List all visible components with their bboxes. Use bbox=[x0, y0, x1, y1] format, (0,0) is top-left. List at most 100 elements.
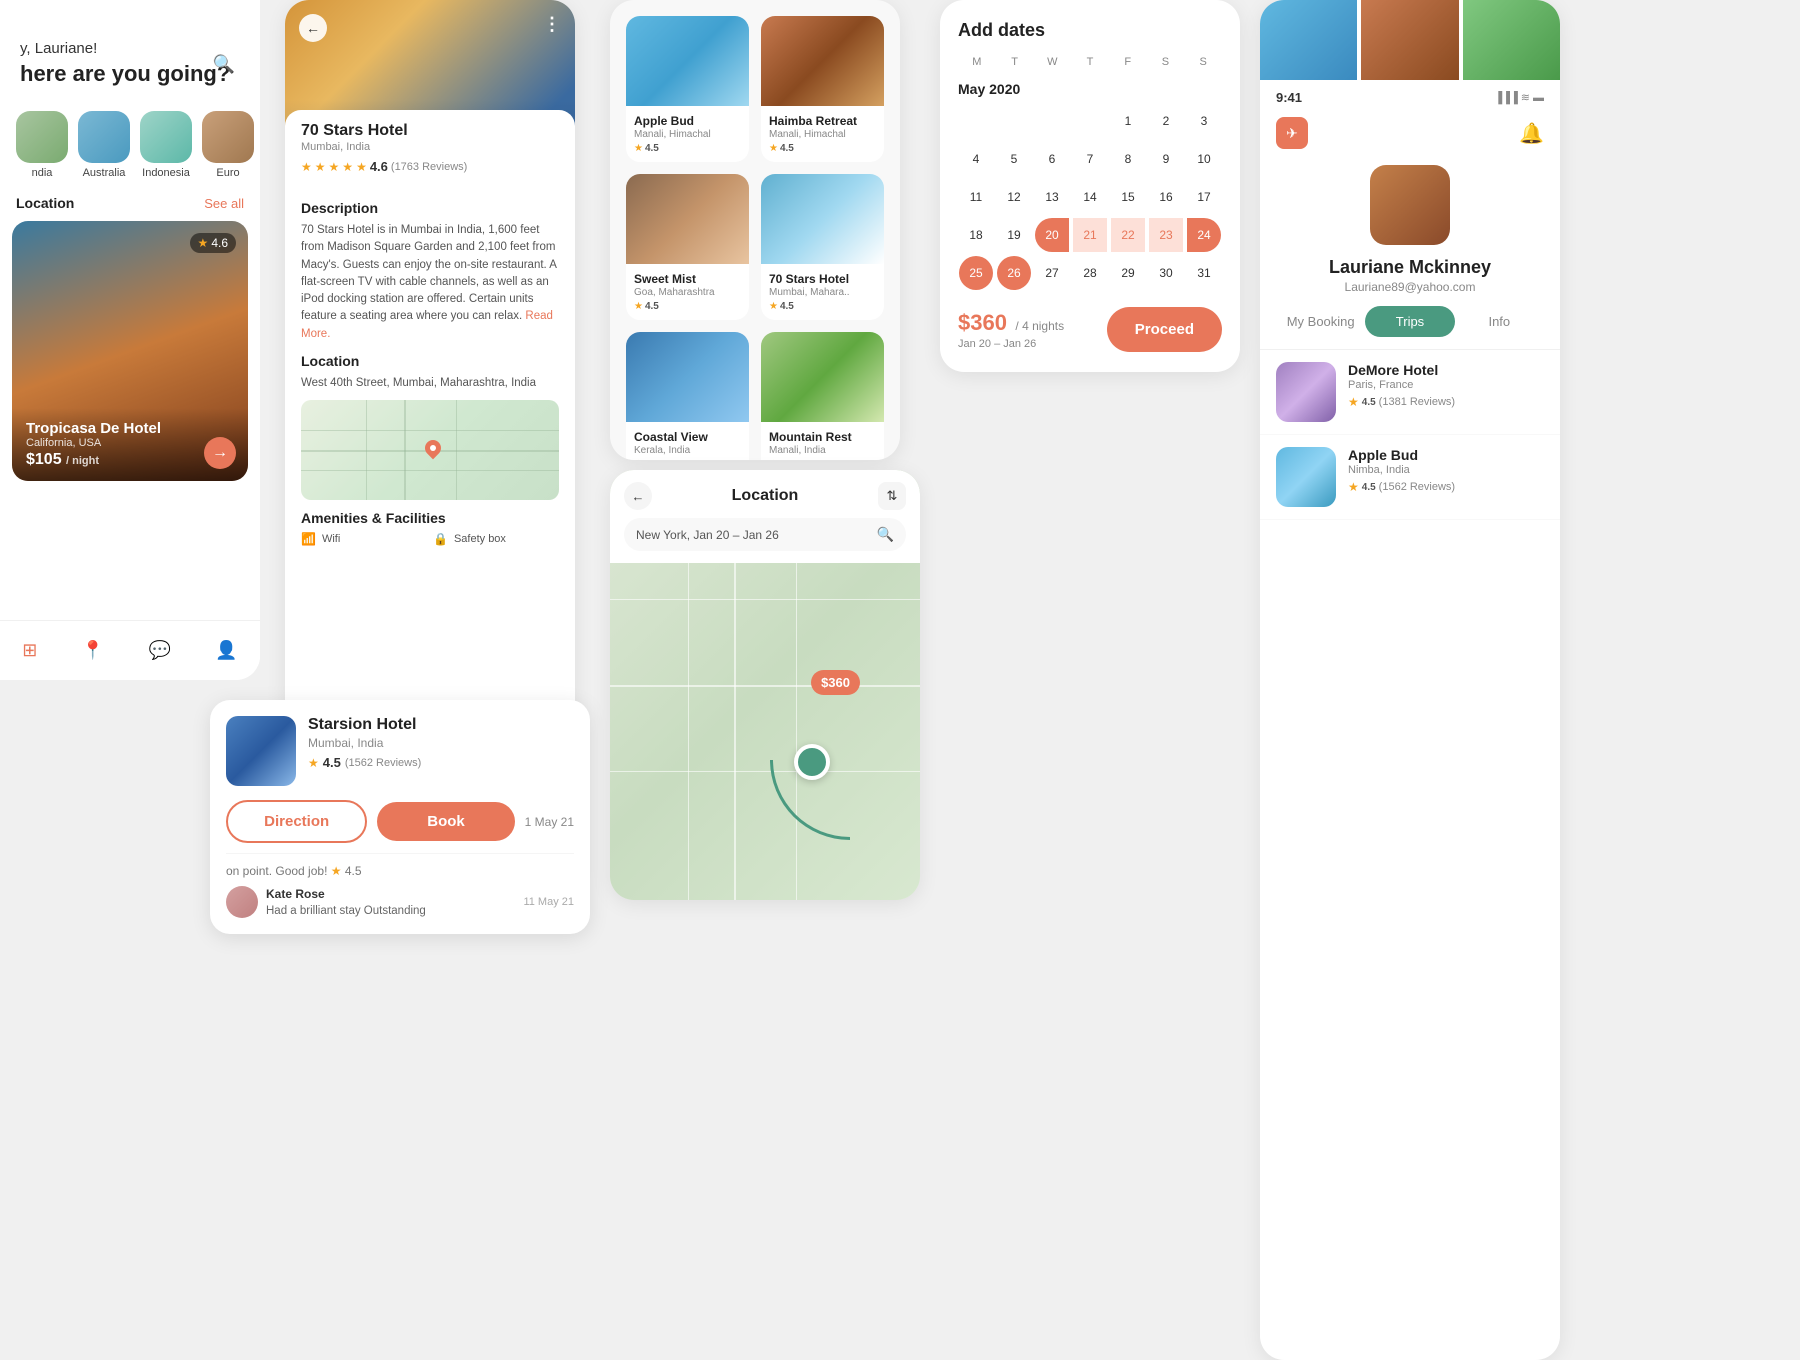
day-label-s2: S bbox=[1184, 53, 1222, 71]
calendar-cell[interactable]: 2 bbox=[1149, 104, 1183, 138]
safety-icon: 🔒 bbox=[433, 532, 448, 546]
dest-item-indonesia[interactable]: Indonesia bbox=[140, 111, 192, 179]
calendar-cell[interactable]: 12 bbox=[997, 180, 1031, 214]
hotel-map[interactable] bbox=[301, 400, 559, 500]
calendar-cell[interactable]: 20 bbox=[1035, 218, 1069, 252]
booking-item-demore[interactable]: DeMore Hotel Paris, France ★ 4.5 (1381 R… bbox=[1260, 350, 1560, 435]
direction-button[interactable]: Direction bbox=[226, 800, 367, 843]
card-image-girl bbox=[761, 332, 884, 422]
calendar-cell[interactable]: 13 bbox=[1035, 180, 1069, 214]
description-title: Description bbox=[301, 200, 559, 216]
dest-label-australia: Australia bbox=[83, 167, 126, 179]
calendar-cell[interactable]: 3 bbox=[1187, 104, 1221, 138]
calendar-cell[interactable]: 28 bbox=[1073, 256, 1107, 290]
calendar-cell[interactable]: 19 bbox=[997, 218, 1031, 252]
proceed-button[interactable]: Proceed bbox=[1107, 307, 1222, 352]
map-filter-button[interactable]: ⇅ bbox=[878, 482, 906, 510]
calendar-days-header: M T W T F S S bbox=[958, 53, 1222, 71]
map-panel: $360 ← Location ⇅ New York, Jan 20 – Jan… bbox=[610, 470, 920, 900]
see-all-link[interactable]: See all bbox=[204, 196, 244, 211]
nav-location-icon[interactable]: 📍 bbox=[82, 640, 104, 661]
calendar-cell[interactable]: 25 bbox=[959, 256, 993, 290]
book-button[interactable]: Book bbox=[377, 802, 514, 841]
search-grid: Apple Bud Manali, Himachal ★ 4.5 Haimba … bbox=[626, 16, 884, 460]
calendar-cell[interactable]: 14 bbox=[1073, 180, 1107, 214]
battery-icon: ▬ bbox=[1533, 92, 1544, 104]
star-icon: ★ bbox=[769, 301, 778, 312]
nav-home-icon[interactable]: ⊞ bbox=[22, 640, 37, 661]
calendar-cell[interactable]: 30 bbox=[1149, 256, 1183, 290]
card-location: Goa, Maharashtra bbox=[634, 287, 741, 298]
calendar-cell[interactable]: 11 bbox=[959, 180, 993, 214]
search-card-70stars[interactable]: 70 Stars Hotel Mumbai, Mahara.. ★ 4.5 bbox=[761, 174, 884, 320]
calendar-cell[interactable] bbox=[997, 104, 1031, 138]
map-title: Location bbox=[732, 487, 799, 505]
nav-chat-icon[interactable]: 💬 bbox=[149, 640, 171, 661]
card-location: Kerala, India bbox=[634, 445, 741, 456]
calendar-cell[interactable]: 23 bbox=[1149, 218, 1183, 252]
calendar-cell[interactable]: 4 bbox=[959, 142, 993, 176]
calendar-cell[interactable]: 9 bbox=[1149, 142, 1183, 176]
tab-my-booking[interactable]: My Booking bbox=[1276, 306, 1365, 337]
notification-bell-icon[interactable]: 🔔 bbox=[1519, 121, 1544, 146]
search-card-mountain[interactable]: Mountain Rest Manali, India ★ 4.5 bbox=[761, 332, 884, 460]
calendar-cell[interactable]: 18 bbox=[959, 218, 993, 252]
calendar-cell[interactable]: 8 bbox=[1111, 142, 1145, 176]
dest-item-australia[interactable]: Australia bbox=[78, 111, 130, 179]
more-options-button[interactable]: ⋮ bbox=[543, 14, 561, 35]
calendar-cell[interactable]: 24 bbox=[1187, 218, 1221, 252]
search-icon[interactable]: 🔍 bbox=[208, 48, 240, 80]
question-text: here are you going? bbox=[20, 61, 240, 87]
calendar-cell[interactable] bbox=[1073, 104, 1107, 138]
back-button[interactable]: ← bbox=[299, 14, 327, 42]
dest-item-india[interactable]: ndia bbox=[16, 111, 68, 179]
description-text: 70 Stars Hotel is in Mumbai in India, 1,… bbox=[301, 222, 559, 343]
starsion-location: Mumbai, India bbox=[308, 736, 574, 750]
star-icon: ★ bbox=[769, 143, 778, 154]
amenities-grid: 📶 Wifi 🔒 Safety box bbox=[301, 532, 559, 546]
rating-badge: ★ 4.6 bbox=[190, 233, 236, 253]
calendar-cell[interactable]: 31 bbox=[1187, 256, 1221, 290]
calendar-cell[interactable] bbox=[959, 104, 993, 138]
booking-item-apple-bud[interactable]: Apple Bud Nimba, India ★ 4.5 (1562 Revie… bbox=[1260, 435, 1560, 520]
date-range: Jan 20 – Jan 26 bbox=[958, 338, 1064, 350]
map-back-button[interactable]: ← bbox=[624, 482, 652, 510]
calendar-cell[interactable] bbox=[1035, 104, 1069, 138]
search-card-apple-bud[interactable]: Apple Bud Manali, Himachal ★ 4.5 bbox=[626, 16, 749, 162]
location-section-title: Location bbox=[301, 353, 559, 369]
nav-profile-icon[interactable]: 👤 bbox=[215, 640, 237, 661]
featured-hotel-card[interactable]: ★ 4.6 Tropicasa De Hotel California, USA… bbox=[12, 221, 248, 481]
rating-value: 4.6 bbox=[211, 236, 228, 250]
map-search-bar[interactable]: New York, Jan 20 – Jan 26 🔍 bbox=[624, 518, 906, 551]
app-logo: ✈ bbox=[1276, 117, 1308, 149]
profile-panel: 9:41 ▐▐▐ ≋ ▬ ✈ 🔔 Lauriane Mckinney Lauri… bbox=[1260, 0, 1560, 1360]
dest-item-euro[interactable]: Euro bbox=[202, 111, 254, 179]
calendar-cell[interactable]: 16 bbox=[1149, 180, 1183, 214]
map-road-horizontal bbox=[610, 685, 920, 687]
map-title-row: ← Location ⇅ bbox=[624, 482, 906, 510]
calendar-cell[interactable]: 5 bbox=[997, 142, 1031, 176]
rating-value: 4.5 bbox=[323, 755, 341, 770]
calendar-cell[interactable]: 17 bbox=[1187, 180, 1221, 214]
calendar-cell[interactable]: 22 bbox=[1111, 218, 1145, 252]
calendar-cell[interactable]: 6 bbox=[1035, 142, 1069, 176]
calendar-cell[interactable]: 21 bbox=[1073, 218, 1107, 252]
price-nights: / 4 nights bbox=[1015, 319, 1064, 333]
calendar-cell[interactable]: 1 bbox=[1111, 104, 1145, 138]
tab-trips[interactable]: Trips bbox=[1365, 306, 1454, 337]
review-count: (1763 Reviews) bbox=[391, 161, 467, 173]
search-card-haimba[interactable]: Haimba Retreat Manali, Himachal ★ 4.5 bbox=[761, 16, 884, 162]
calendar-cell[interactable]: 27 bbox=[1035, 256, 1069, 290]
wifi-status-icon: ≋ bbox=[1521, 91, 1530, 104]
card-image-ocean bbox=[626, 332, 749, 422]
calendar-cell[interactable]: 26 bbox=[997, 256, 1031, 290]
search-card-coastal[interactable]: Coastal View Kerala, India ★ 4.5 bbox=[626, 332, 749, 460]
calendar-cell[interactable]: 29 bbox=[1111, 256, 1145, 290]
calendar-cell[interactable]: 15 bbox=[1111, 180, 1145, 214]
calendar-cell[interactable]: 10 bbox=[1187, 142, 1221, 176]
search-card-sweet-mist[interactable]: Sweet Mist Goa, Maharashtra ★ 4.5 bbox=[626, 174, 749, 320]
tab-info[interactable]: Info bbox=[1455, 306, 1544, 337]
map-route-line bbox=[770, 760, 850, 840]
reviewer-row: Kate Rose Had a brilliant stay Outstandi… bbox=[226, 886, 574, 918]
calendar-cell[interactable]: 7 bbox=[1073, 142, 1107, 176]
